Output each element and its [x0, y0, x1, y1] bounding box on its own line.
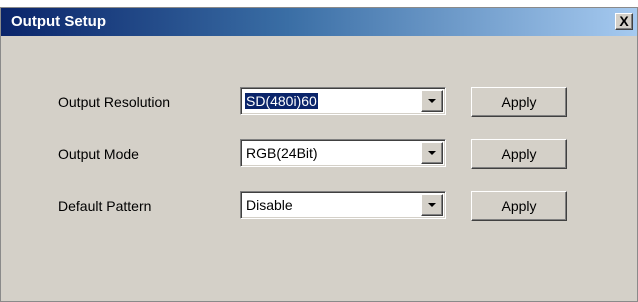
close-button[interactable]: X [615, 13, 633, 30]
chevron-down-icon[interactable] [421, 90, 443, 112]
close-icon: X [619, 13, 629, 29]
apply-output-mode-button[interactable]: Apply [471, 139, 567, 169]
output-resolution-label: Output Resolution [58, 94, 171, 110]
output-resolution-select[interactable]: SD(480i)60 [240, 87, 446, 115]
output-mode-label: Output Mode [58, 146, 139, 162]
dialog-title: Output Setup [11, 13, 106, 30]
output-resolution-row: Output Resolution SD(480i)60 Apply [1, 87, 637, 117]
chevron-down-icon[interactable] [421, 142, 443, 164]
apply-output-resolution-button[interactable]: Apply [471, 87, 567, 117]
output-resolution-value: SD(480i)60 [245, 93, 318, 109]
chevron-down-icon[interactable] [421, 194, 443, 216]
output-mode-value: RGB(24Bit) [246, 145, 318, 161]
default-pattern-select[interactable]: Disable [240, 191, 446, 219]
output-setup-dialog: Output Setup X Output Resolution SD(480i… [0, 7, 638, 302]
default-pattern-label: Default Pattern [58, 198, 152, 214]
default-pattern-value: Disable [246, 197, 293, 213]
title-bar[interactable]: Output Setup X [1, 8, 637, 36]
output-mode-select[interactable]: RGB(24Bit) [240, 139, 446, 167]
default-pattern-row: Default Pattern Disable Apply [1, 191, 637, 221]
apply-default-pattern-button[interactable]: Apply [471, 191, 567, 221]
output-mode-row: Output Mode RGB(24Bit) Apply [1, 139, 637, 169]
